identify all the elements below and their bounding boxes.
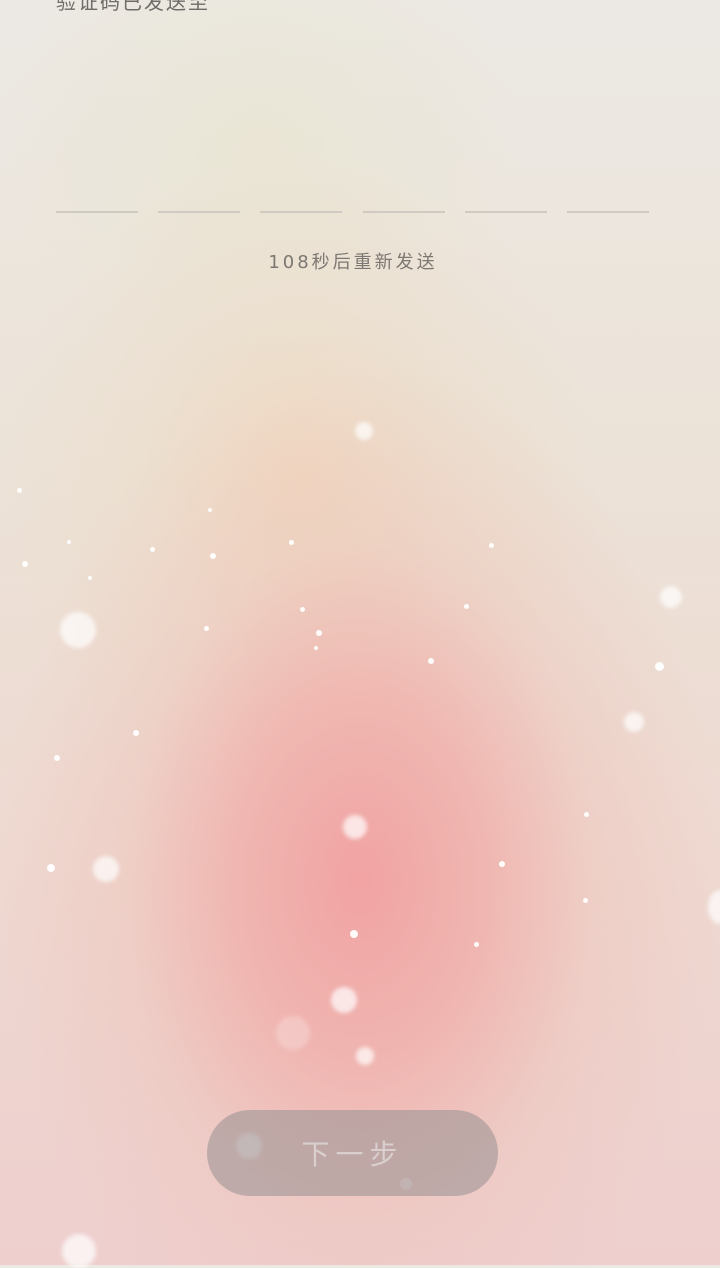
next-step-button[interactable]: 下一步 <box>207 1110 498 1196</box>
sparkle-dot <box>67 540 71 544</box>
sparkle-dot <box>314 646 318 650</box>
sparkle-dot <box>584 812 589 817</box>
sparkle-particles <box>0 0 720 1268</box>
sparkle-dot <box>350 930 358 938</box>
sparkle-dot <box>316 630 322 636</box>
sparkle-dot <box>17 488 22 493</box>
sparkle-dot <box>88 576 92 580</box>
sparkle-dot <box>356 1047 374 1065</box>
otp-digit-slot-5[interactable] <box>465 211 547 213</box>
resend-countdown: 108秒后重新发送 <box>268 252 438 273</box>
otp-digit-slot-4[interactable] <box>363 211 445 213</box>
sparkle-dot <box>708 890 720 924</box>
sparkle-dot <box>464 604 469 609</box>
sparkle-dot <box>583 898 588 903</box>
sparkle-dot <box>93 856 119 882</box>
otp-digit-slot-3[interactable] <box>260 211 342 213</box>
sparkle-dot <box>47 864 55 872</box>
sparkle-dot <box>499 861 505 867</box>
sparkle-dot <box>22 561 28 567</box>
otp-digit-slot-1[interactable] <box>56 211 138 213</box>
sparkle-dot <box>355 422 373 440</box>
sparkle-dot <box>300 607 305 612</box>
sparkle-dot <box>276 1016 310 1050</box>
sparkle-dot <box>489 543 494 548</box>
sparkle-dot <box>54 755 60 761</box>
verification-sent-title: 验证码已发送至 <box>56 0 210 14</box>
sparkle-dot <box>624 712 644 732</box>
sparkle-dot <box>331 987 357 1013</box>
sparkle-dot <box>474 942 479 947</box>
otp-input[interactable] <box>56 211 649 213</box>
sparkle-dot <box>208 508 212 512</box>
sparkle-dot <box>289 540 294 545</box>
otp-digit-slot-6[interactable] <box>567 211 649 213</box>
sparkle-dot <box>343 815 367 839</box>
otp-digit-slot-2[interactable] <box>158 211 240 213</box>
sparkle-dot <box>660 586 682 608</box>
sparkle-dot <box>60 612 96 648</box>
sparkle-dot <box>150 547 155 552</box>
sparkle-dot <box>428 658 434 664</box>
sparkle-dot <box>210 553 216 559</box>
sparkle-dot <box>204 626 209 631</box>
sparkle-dot <box>62 1234 96 1268</box>
sparkle-dot <box>655 662 664 671</box>
sparkle-dot <box>133 730 139 736</box>
